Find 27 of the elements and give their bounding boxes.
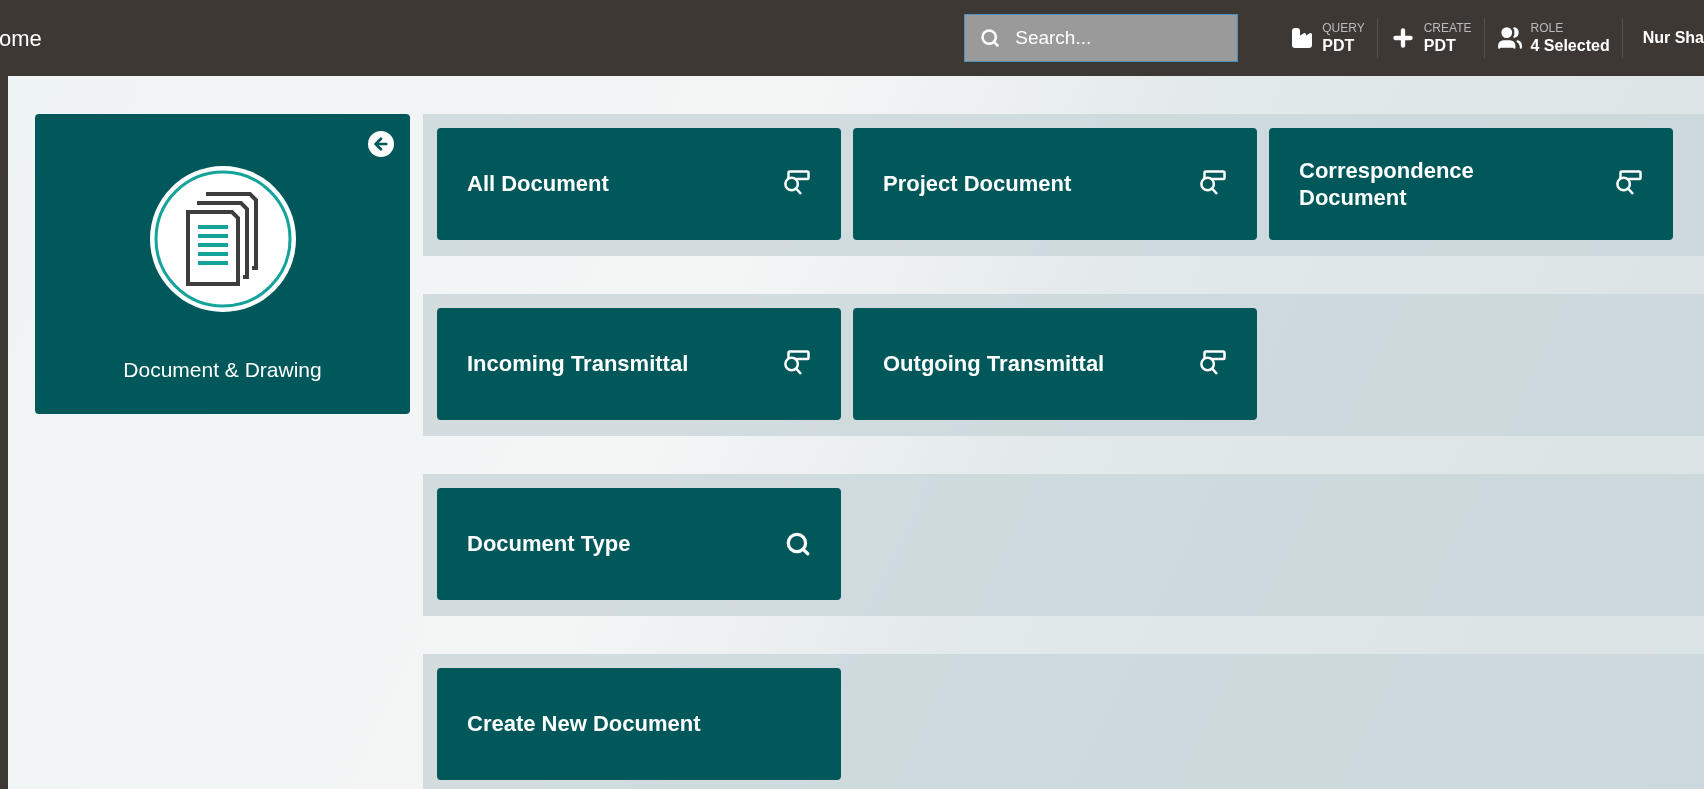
toolbar-label: CREATE <box>1423 20 1472 36</box>
toolbar-label: ROLE <box>1530 20 1564 36</box>
tile-button[interactable]: All Document <box>437 128 841 240</box>
documents-icon <box>147 164 298 314</box>
users-icon <box>1496 25 1523 51</box>
tile-button[interactable]: Create New Document <box>437 668 841 780</box>
tile-button[interactable]: Correspondence Document <box>1269 128 1673 240</box>
tile-button[interactable]: Document Type <box>437 488 841 600</box>
toolbar-button[interactable]: ROLE 4 Selected <box>1483 18 1622 58</box>
toolbar-button[interactable]: QUERY PDT <box>1278 18 1377 58</box>
toolbar-value: 4 Selected <box>1530 35 1610 56</box>
search-icon <box>980 28 1001 48</box>
search-icon <box>785 531 811 557</box>
search-field[interactable]: Search... <box>964 14 1239 62</box>
factory-icon <box>1290 26 1315 50</box>
tile-button[interactable]: Incoming Transmittal <box>437 308 841 420</box>
page-title: ome <box>0 24 42 53</box>
user-menu[interactable]: Nur Sha <box>1621 18 1704 58</box>
module-card[interactable]: Document & Drawing <box>35 114 410 414</box>
tile-button[interactable]: Project Document <box>853 128 1257 240</box>
toolbar-label: QUERY <box>1322 20 1365 36</box>
module-title: Document & Drawing <box>123 357 322 383</box>
toolbar-button[interactable]: CREATE PDT <box>1376 18 1484 58</box>
back-button[interactable] <box>368 131 394 157</box>
toolbar-value: PDT <box>1423 35 1456 56</box>
toolbar-value: PDT <box>1322 35 1355 56</box>
tile-button[interactable]: Outgoing Transmittal <box>853 308 1257 420</box>
